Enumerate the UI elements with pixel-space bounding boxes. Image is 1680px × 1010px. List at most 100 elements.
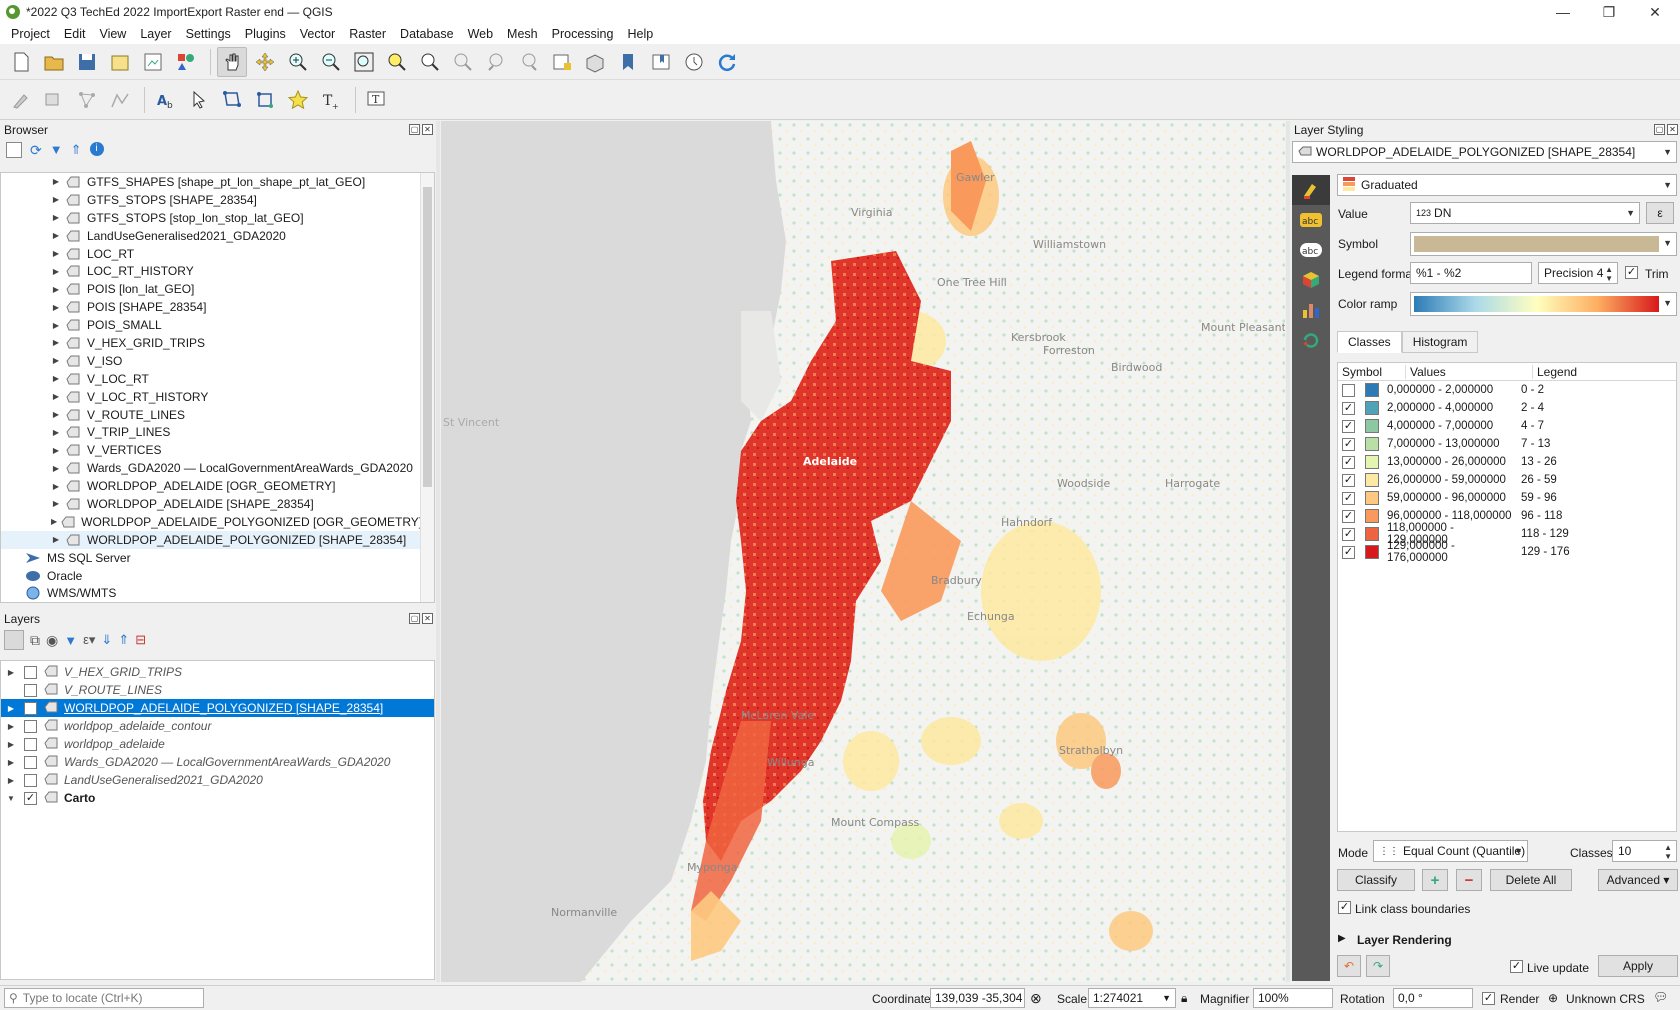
expand-arrow-icon[interactable]: ▶	[51, 517, 57, 527]
expand-arrow-icon[interactable]: ▶	[51, 231, 61, 241]
show-bookmarks-icon[interactable]	[646, 47, 676, 77]
symbol-button[interactable]: ▼	[1410, 232, 1677, 256]
change-label-icon[interactable]: T +	[316, 85, 346, 115]
expand-arrow-icon[interactable]: ▶	[51, 195, 61, 205]
expand-arrow-icon[interactable]: ▶	[6, 667, 16, 677]
diagrams-tab-icon[interactable]	[1292, 295, 1330, 325]
layer-item[interactable]: ▶ Wards_GDA2020 — LocalGovernmentAreaWard…	[1, 753, 434, 771]
browser-item[interactable]: ▶ V_VERTICES	[1, 441, 421, 459]
vertex-tool-icon[interactable]	[105, 85, 135, 115]
expand-arrow-icon[interactable]: ▶	[51, 213, 61, 223]
apply-button[interactable]: Apply	[1598, 955, 1678, 977]
close-button[interactable]: ✕	[1632, 0, 1678, 24]
menu-project[interactable]: Project	[4, 27, 57, 41]
class-visibility-checkbox[interactable]: ✓	[1342, 527, 1355, 541]
class-values[interactable]: 26,000000 - 59,000000	[1387, 474, 1517, 486]
classify-button[interactable]: Classify	[1337, 869, 1415, 891]
tree-root-oracle[interactable]: Oracle	[1, 567, 421, 585]
expand-arrow-icon[interactable]: ▶	[51, 463, 61, 473]
class-values[interactable]: 129,000000 - 176,000000	[1387, 540, 1517, 564]
new-print-layout-icon[interactable]	[105, 47, 135, 77]
close-panel-icon[interactable]: ✕	[422, 124, 433, 135]
history-tab-icon[interactable]	[1292, 325, 1330, 355]
text-annotation-icon[interactable]: T	[362, 85, 392, 115]
expand-arrow-icon[interactable]: ▶	[6, 721, 16, 731]
expand-arrow-icon[interactable]: ▶	[1338, 933, 1346, 944]
pan-map-icon[interactable]	[217, 46, 247, 77]
labels-tab-icon[interactable]: abc	[1292, 205, 1330, 235]
class-symbol-swatch[interactable]	[1365, 455, 1379, 469]
class-values[interactable]: 59,000000 - 96,000000	[1387, 492, 1517, 504]
expand-all-icon[interactable]: ⇓	[101, 632, 112, 648]
zoom-last-icon[interactable]	[481, 47, 511, 77]
refresh-icon[interactable]	[712, 47, 742, 77]
tab-classes[interactable]: Classes	[1337, 331, 1402, 353]
class-legend[interactable]: 7 - 13	[1517, 438, 1550, 450]
browser-item[interactable]: ▶ V_LOC_RT_HISTORY	[1, 388, 421, 406]
menu-layer[interactable]: Layer	[133, 27, 178, 41]
class-symbol-swatch[interactable]	[1365, 491, 1379, 505]
browser-item[interactable]: ▶ LOC_RT_HISTORY	[1, 262, 421, 280]
class-row[interactable]: 0,000000 - 2,000000 0 - 2	[1338, 381, 1676, 399]
digitize-icon[interactable]	[6, 85, 36, 115]
layer-visibility-checkbox[interactable]: ✓	[24, 701, 37, 715]
layer-visibility-checkbox[interactable]: ✓	[24, 791, 37, 805]
layer-visibility-checkbox[interactable]	[24, 683, 37, 697]
browser-item[interactable]: ▶ LandUseGeneralised2021_GDA2020	[1, 227, 421, 245]
class-legend[interactable]: 118 - 129	[1517, 528, 1569, 540]
add-class-button[interactable]: +	[1422, 869, 1448, 891]
menu-view[interactable]: View	[92, 27, 133, 41]
value-field[interactable]: 123 DN ▼	[1410, 202, 1640, 224]
zoom-next-icon[interactable]	[514, 47, 544, 77]
class-symbol-swatch[interactable]	[1365, 527, 1379, 541]
renderer-selector[interactable]: Graduated ▼	[1337, 174, 1677, 196]
browser-item[interactable]: ▶ Wards_GDA2020 — LocalGovernmentAreaWard…	[1, 459, 421, 477]
browser-item[interactable]: ▶ WORLDPOP_ADELAIDE_POLYGONIZED [OGR_GEOM…	[1, 513, 422, 531]
filter-icon[interactable]: ▼	[50, 142, 63, 159]
locator-search[interactable]: ⚲ Type to locate (Ctrl+K)	[4, 988, 204, 1008]
render-checkbox[interactable]: ✓	[1482, 992, 1495, 1005]
scale-combo[interactable]: 1:274021 ▼	[1088, 988, 1176, 1008]
expand-arrow-icon[interactable]: ▶	[6, 775, 16, 785]
map-canvas[interactable]: Gawler Virginia Williamstown One Tree Hi…	[441, 121, 1285, 982]
remove-layer-icon[interactable]: ⊟	[135, 632, 146, 648]
new-map-view-icon[interactable]	[547, 47, 577, 77]
collapse-all-icon[interactable]: ⇑	[118, 632, 129, 648]
expand-arrow-icon[interactable]: ▶	[51, 320, 61, 330]
new-3d-view-icon[interactable]	[580, 47, 610, 77]
class-values[interactable]: 7,000000 - 13,000000	[1387, 438, 1517, 450]
menu-vector[interactable]: Vector	[293, 27, 342, 41]
tab-histogram[interactable]: Histogram	[1401, 331, 1479, 353]
toggle-extents-icon[interactable]: ⊗	[1030, 990, 1042, 1007]
temporal-controller-icon[interactable]	[679, 47, 709, 77]
classes-table[interactable]: Symbol Values Legend 0,000000 - 2,000000…	[1337, 362, 1677, 832]
tree-root-wms[interactable]: WMS/WMTS	[1, 584, 421, 602]
filter-expression-icon[interactable]: ε▾	[83, 632, 95, 648]
expand-arrow-icon[interactable]: ▼	[6, 793, 16, 803]
expand-arrow-icon[interactable]: ▶	[51, 356, 61, 366]
add-group-icon[interactable]: ⧉	[30, 632, 40, 649]
class-symbol-swatch[interactable]	[1365, 401, 1379, 415]
class-visibility-checkbox[interactable]	[1342, 383, 1355, 397]
class-row[interactable]: ✓ 129,000000 - 176,000000 129 - 176	[1338, 540, 1676, 564]
advanced-button[interactable]: Advanced ▾	[1598, 869, 1678, 891]
class-legend[interactable]: 2 - 4	[1517, 402, 1544, 414]
new-bookmark-icon[interactable]	[613, 47, 643, 77]
browser-item[interactable]: ▶ POIS [lon_lat_GEO]	[1, 280, 421, 298]
browser-item[interactable]: ▶ WORLDPOP_ADELAIDE [OGR_GEOMETRY]	[1, 477, 421, 495]
menu-settings[interactable]: Settings	[179, 27, 238, 41]
crs-globe-icon[interactable]: ⊕	[1548, 991, 1558, 1005]
class-visibility-checkbox[interactable]: ✓	[1342, 419, 1355, 433]
class-visibility-checkbox[interactable]: ✓	[1342, 473, 1355, 487]
close-panel-icon[interactable]: ✕	[1667, 124, 1678, 135]
style-manager-icon[interactable]	[171, 47, 201, 77]
class-symbol-swatch[interactable]	[1365, 383, 1379, 397]
expand-arrow-icon[interactable]: ▶	[51, 249, 61, 259]
class-visibility-checkbox[interactable]: ✓	[1342, 455, 1355, 469]
column-values[interactable]: Values	[1406, 364, 1533, 379]
float-icon[interactable]: ▢	[1654, 124, 1665, 135]
class-symbol-swatch[interactable]	[1365, 437, 1379, 451]
class-row[interactable]: ✓ 59,000000 - 96,000000 59 - 96	[1338, 489, 1676, 507]
browser-tree[interactable]: ▶ GTFS_SHAPES [shape_pt_lon_shape_pt_lat_…	[0, 172, 435, 603]
mode-selector[interactable]: ⋮⋮ Equal Count (Quantile) ▼	[1373, 840, 1528, 862]
